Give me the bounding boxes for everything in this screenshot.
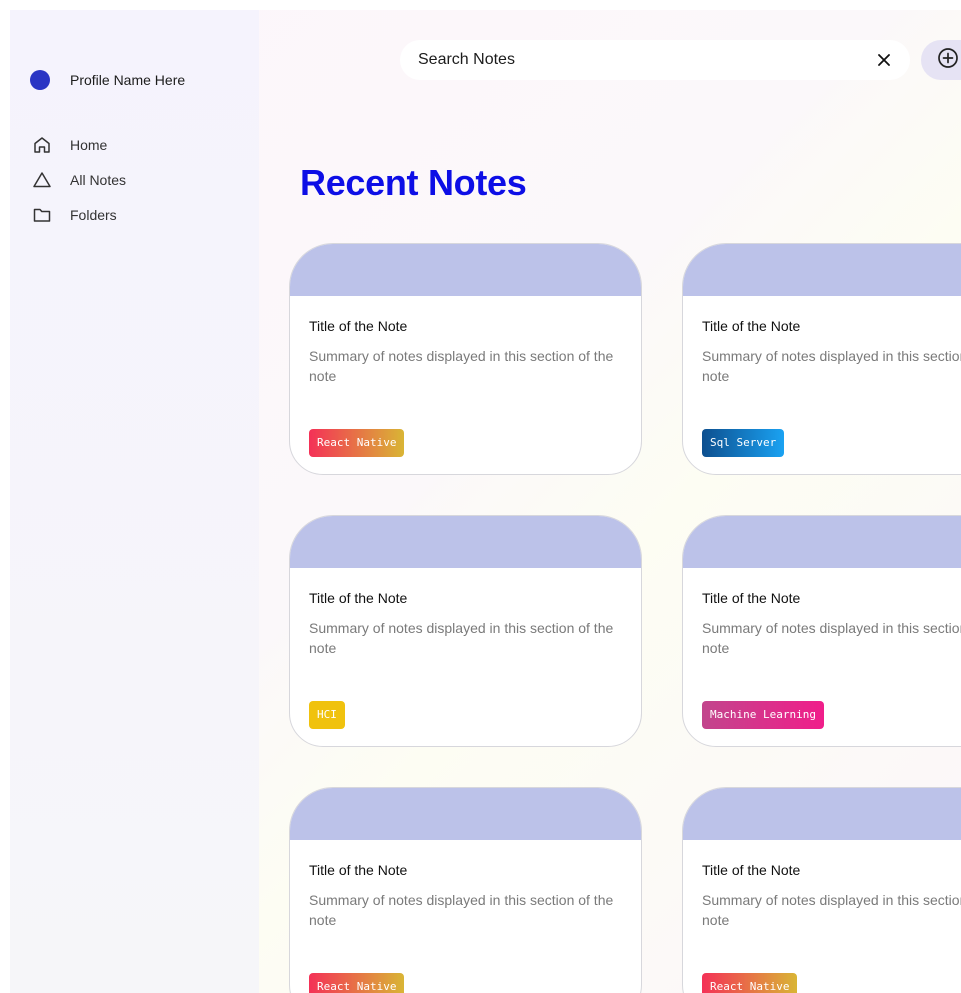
note-card[interactable]: Title of the Note Summary of notes displ… (682, 787, 961, 993)
note-summary: Summary of notes displayed in this secti… (702, 892, 961, 928)
add-note-button[interactable] (921, 40, 961, 80)
note-summary: Summary of notes displayed in this secti… (702, 348, 961, 384)
note-title: Title of the Note (702, 318, 801, 334)
sidebar-nav: Home All Notes Folders (32, 127, 126, 232)
sidebar: Profile Name Here Home All Notes Folders (10, 10, 259, 993)
tag-badge[interactable]: HCI (309, 701, 345, 729)
tag-badge[interactable]: React Native (309, 973, 405, 993)
triangle-icon (32, 170, 52, 190)
note-card[interactable]: Title of the Note Summary of notes displ… (289, 243, 642, 475)
card-header (290, 516, 641, 568)
note-card[interactable]: Title of the Note Summary of notes displ… (289, 515, 642, 747)
sidebar-item-label: Home (70, 136, 108, 153)
note-summary: Summary of notes displayed in this secti… (702, 620, 961, 656)
note-title: Title of the Note (309, 590, 408, 606)
note-card[interactable]: Title of the Note Summary of notes displ… (682, 515, 961, 747)
note-card[interactable]: Title of the Note Summary of notes displ… (289, 787, 642, 993)
note-title: Title of the Note (309, 318, 408, 334)
card-header (683, 244, 961, 296)
sidebar-item-all-notes[interactable]: All Notes (32, 162, 126, 197)
sidebar-item-folders[interactable]: Folders (32, 197, 126, 232)
sidebar-item-label: Folders (70, 206, 117, 223)
note-card[interactable]: Title of the Note Summary of notes displ… (682, 243, 961, 475)
home-icon (32, 135, 52, 155)
search-bar (400, 40, 910, 80)
profile[interactable]: Profile Name Here (30, 70, 185, 90)
app-window: Profile Name Here Home All Notes Folders… (10, 10, 961, 993)
note-summary: Summary of notes displayed in this secti… (309, 892, 614, 928)
note-title: Title of the Note (702, 590, 801, 606)
profile-name: Profile Name Here (70, 72, 186, 88)
folder-icon (32, 205, 52, 225)
tag-badge[interactable]: Machine Learning (702, 701, 824, 729)
card-header (290, 244, 641, 296)
sidebar-item-label: All Notes (70, 171, 127, 188)
note-title: Title of the Note (309, 862, 408, 878)
search-input[interactable] (416, 50, 874, 70)
tag-badge[interactable]: React Native (702, 973, 798, 993)
tag-badge[interactable]: React Native (309, 429, 405, 457)
note-summary: Summary of notes displayed in this secti… (309, 348, 614, 384)
add-circle-icon (937, 47, 959, 74)
close-icon[interactable] (874, 50, 894, 70)
avatar[interactable] (30, 70, 50, 90)
note-title: Title of the Note (702, 862, 801, 878)
card-header (683, 788, 961, 840)
card-header (683, 516, 961, 568)
card-header (290, 788, 641, 840)
tag-badge[interactable]: Sql Server (702, 429, 785, 457)
note-summary: Summary of notes displayed in this secti… (309, 620, 614, 656)
page-title: Recent Notes (300, 162, 527, 203)
sidebar-item-home[interactable]: Home (32, 127, 126, 162)
